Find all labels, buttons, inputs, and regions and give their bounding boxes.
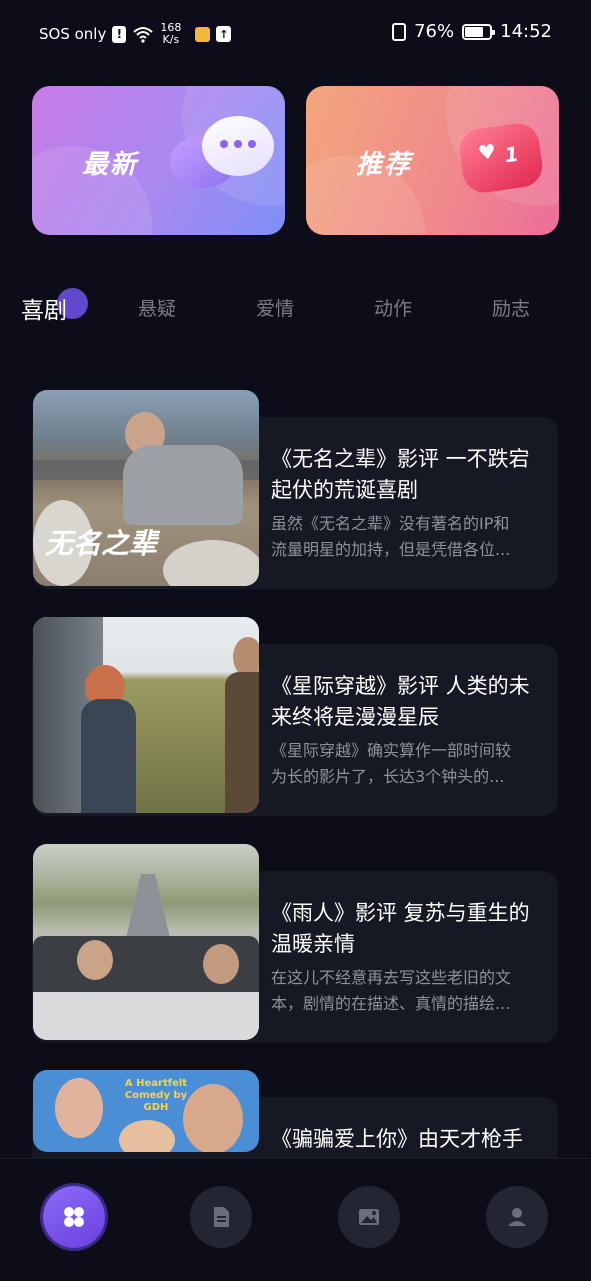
tab-action[interactable]: 动作	[374, 294, 412, 321]
movie-poster	[33, 617, 259, 813]
status-right: 76% 14:52	[392, 21, 552, 42]
battery-icon	[462, 23, 496, 40]
net-speed-unit: K/s	[162, 33, 180, 46]
upload-icon: ↑	[216, 26, 232, 42]
status-left: SOS only ! 168 K/s ↑	[39, 22, 232, 46]
tab-comedy[interactable]: 喜剧	[21, 291, 67, 325]
movie-poster: A Heartfelt Comedy by GDH	[33, 1070, 259, 1152]
list-item[interactable]: 无名之辈 《无名之辈》影评 一不跌宕起伏的荒诞喜剧 虽然《无名之辈》没有著名的I…	[32, 390, 558, 590]
article-summary: 《星际穿越》确实算作一部时间较 为长的影片了，长达3个钟头的...	[271, 738, 543, 790]
article-summary: 虽然《无名之辈》没有著名的IP和 流量明星的加持，但是凭借各位...	[271, 511, 543, 563]
list-item[interactable]: 《雨人》影评 复苏与重生的温暖亲情 在这儿不经意再去写这些老旧的文 本，剧情的在…	[32, 844, 558, 1044]
net-speed: 168 K/s	[160, 22, 181, 46]
nav-home-button[interactable]	[43, 1186, 105, 1248]
tab-romance[interactable]: 爱情	[256, 294, 294, 321]
status-bar: SOS only ! 168 K/s ↑ 76% 14:52	[0, 0, 591, 66]
battery-percent: 76%	[414, 21, 455, 42]
vibrate-icon	[392, 22, 407, 41]
latest-card[interactable]: 最新	[32, 86, 285, 235]
carrier-text: SOS only	[39, 25, 107, 43]
summary-line: 为长的影片了，长达3个钟头的...	[271, 767, 505, 786]
article-title: 《雨人》影评 复苏与重生的温暖亲情	[271, 901, 530, 956]
summary-line: 在这儿不经意再去写这些老旧的文	[271, 968, 512, 987]
article-title: 《骗骗爱上你》由天才枪手	[271, 1127, 523, 1151]
article-summary: 在这儿不经意再去写这些老旧的文 本，剧情的在描述、真情的描绘...	[271, 965, 543, 1017]
movie-poster: 无名之辈	[33, 390, 259, 586]
clock: 14:52	[500, 21, 552, 42]
recommend-card[interactable]: 推荐 ♥ 1	[306, 86, 559, 235]
profile-icon	[508, 1208, 526, 1226]
summary-line: 流量明星的加持，但是凭借各位...	[271, 540, 511, 559]
poster-tagline: A Heartfelt Comedy by GDH	[124, 1078, 188, 1113]
recommend-badge: 1	[503, 141, 521, 168]
movie-poster	[33, 844, 259, 1040]
document-icon	[214, 1207, 229, 1227]
latest-card-label: 最新	[82, 150, 139, 180]
heart-bubble-icon: ♥ 1	[456, 120, 546, 196]
list-item[interactable]: 《星际穿越》影评 人类的未来终将是漫漫星辰 《星际穿越》确实算作一部时间较 为长…	[32, 617, 558, 817]
nav-articles-button[interactable]	[190, 1186, 252, 1248]
poster-title: 无名之辈	[45, 527, 158, 560]
tab-inspirational[interactable]: 励志	[492, 294, 530, 321]
alert-icon: !	[112, 25, 127, 43]
notes-app-icon	[195, 26, 211, 42]
tab-suspense[interactable]: 悬疑	[138, 294, 176, 321]
wifi-icon	[132, 26, 154, 43]
bottom-nav	[0, 1158, 591, 1281]
genre-tabs: 喜剧 悬疑 爱情 动作 励志	[0, 284, 591, 334]
article-title: 《无名之辈》影评 一不跌宕起伏的荒诞喜剧	[271, 447, 530, 502]
grid-icon	[64, 1207, 84, 1227]
recommend-card-label: 推荐	[356, 150, 413, 180]
article-title: 《星际穿越》影评 人类的未来终将是漫漫星辰	[271, 674, 530, 729]
nav-profile-button[interactable]	[486, 1186, 548, 1248]
summary-line: 虽然《无名之辈》没有著名的IP和	[271, 514, 510, 533]
image-icon	[359, 1209, 379, 1225]
summary-line: 《星际穿越》确实算作一部时间较	[271, 741, 512, 760]
nav-gallery-button[interactable]	[338, 1186, 400, 1248]
summary-line: 本，剧情的在描述、真情的描绘...	[271, 994, 511, 1013]
